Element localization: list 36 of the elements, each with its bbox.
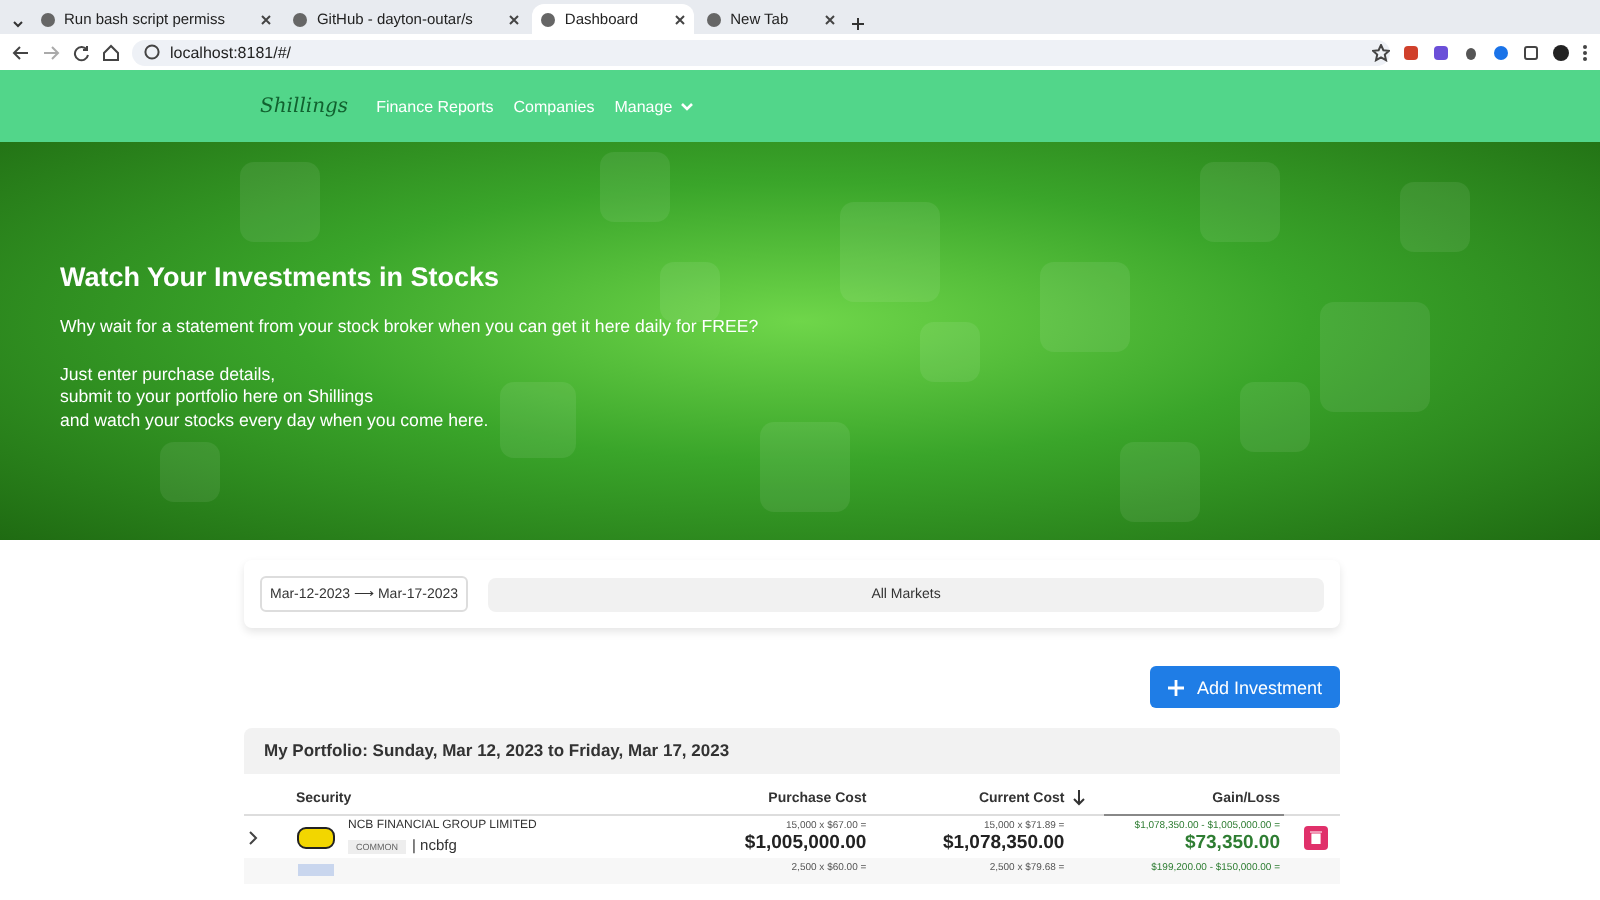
add-investment-button[interactable]: Add Investment [1150, 666, 1340, 708]
cost-total: $73,350.00 [1182, 832, 1280, 854]
hero-text: Why wait for a statement from your stock broker when you can get it here daily for FREE? [60, 316, 761, 339]
extension-icon[interactable] [1492, 43, 1510, 61]
globe-icon [292, 11, 309, 27]
info-icon [144, 44, 160, 60]
chevron-down-icon [680, 101, 695, 111]
globe-icon [540, 11, 557, 27]
globe-icon [40, 11, 56, 27]
url-text: localhost:8181/#/ [170, 43, 291, 61]
more-icon[interactable] [1582, 43, 1588, 61]
plus-icon [1168, 679, 1185, 695]
back-icon[interactable] [12, 43, 30, 61]
close-icon[interactable] [824, 13, 837, 25]
new-tab-icon[interactable] [848, 14, 869, 34]
expand-chevron-icon[interactable] [248, 829, 258, 845]
delete-button[interactable] [1304, 825, 1328, 849]
close-icon[interactable] [508, 13, 521, 25]
home-icon[interactable] [102, 43, 120, 61]
company-logo-icon [296, 862, 336, 878]
sort-down-arrow-icon[interactable] [1072, 790, 1087, 806]
close-icon[interactable] [674, 13, 687, 25]
cost-total: $1,078,350.00 [940, 832, 1065, 854]
trash-icon [1310, 830, 1322, 844]
portfolio-header: My Portfolio: Sunday, Mar 12, 2023 to Friday, Mar 17, 2023 [244, 728, 1340, 774]
hero-text: Just enter purchase details, submit to your portfolio here on Shillings and watch your stocks every day when you come here. [60, 363, 491, 432]
globe-icon [706, 11, 723, 27]
star-icon[interactable] [1372, 43, 1390, 61]
cost-total: $1,005,000.00 [742, 832, 867, 854]
hero-title: Watch Your Investments in Stocks [60, 262, 502, 292]
app-logo[interactable]: Shillings [260, 95, 349, 117]
close-icon[interactable] [260, 13, 273, 25]
reload-icon[interactable] [72, 43, 90, 61]
address-bar[interactable]: localhost:8181/#/ [132, 39, 1390, 65]
company-logo-icon [296, 823, 336, 851]
profile-icon[interactable] [1552, 43, 1570, 61]
